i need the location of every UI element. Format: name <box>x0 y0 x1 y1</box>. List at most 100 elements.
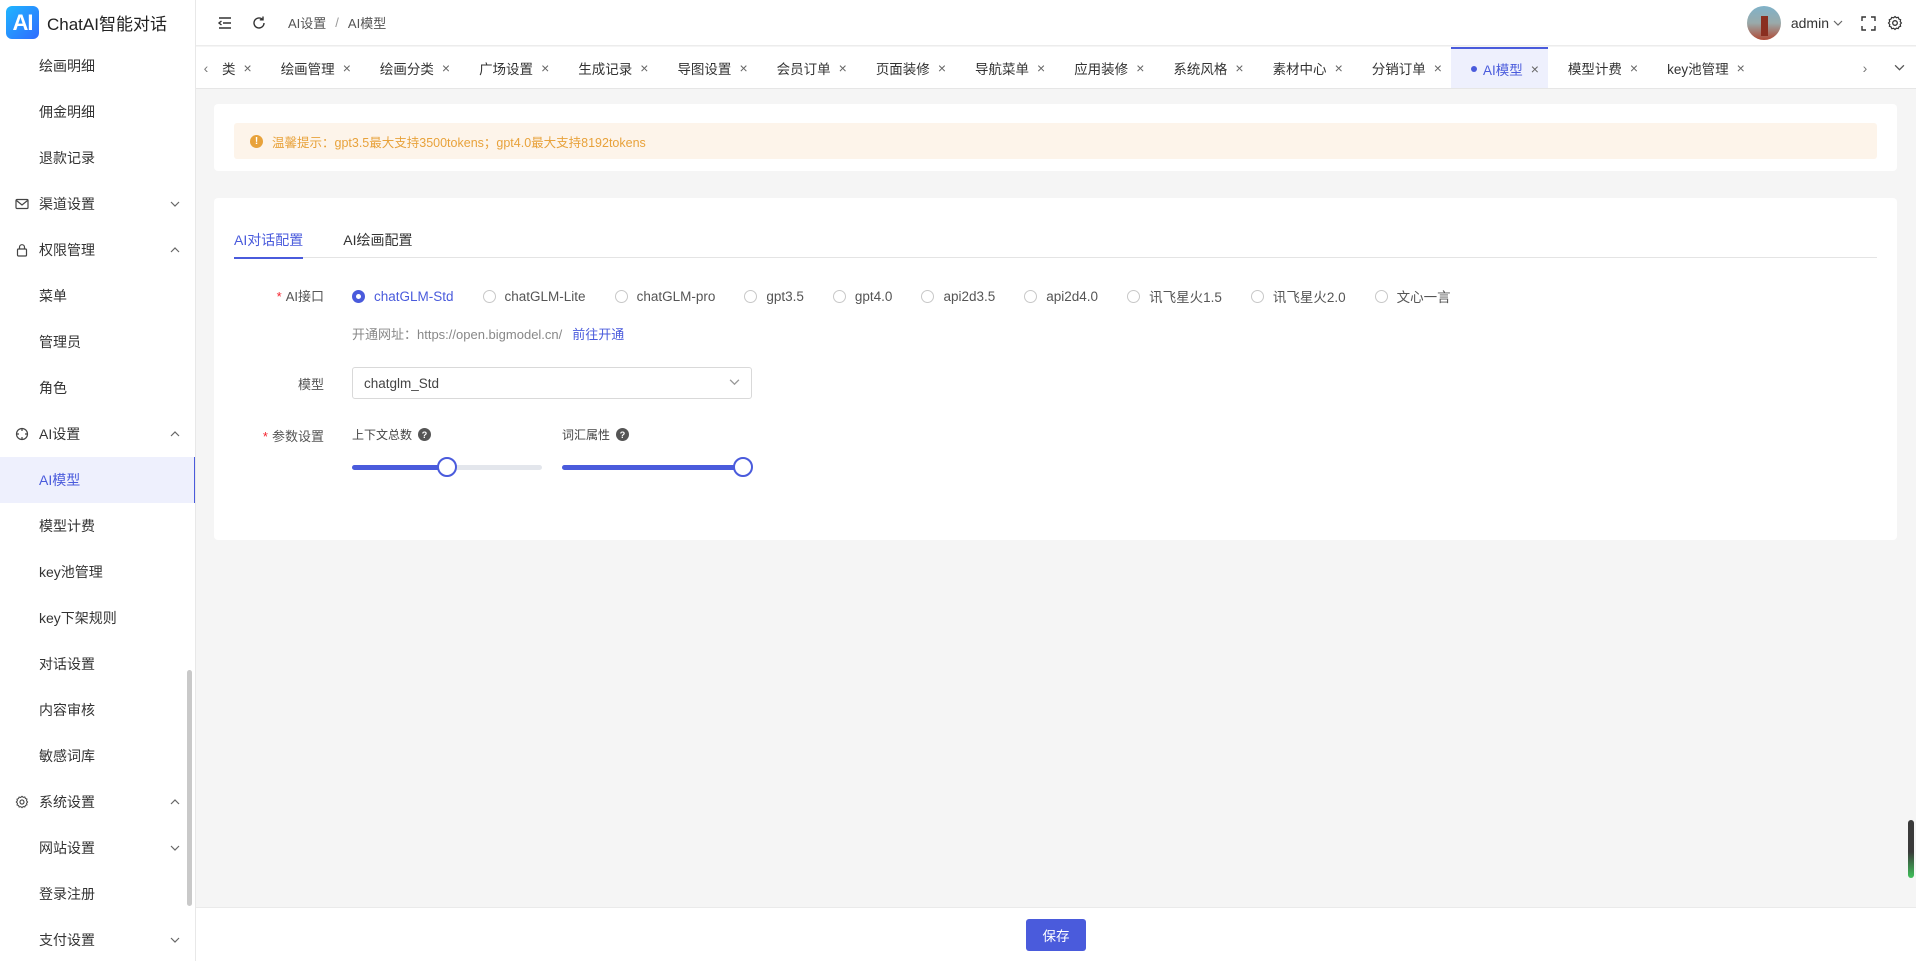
tab-1[interactable]: 绘画管理 × <box>261 47 360 88</box>
sidebar-item-18[interactable]: 登录注册 <box>0 871 195 917</box>
tab-11[interactable]: 素材中心 × <box>1253 47 1352 88</box>
tab-13[interactable]: AI模型 × <box>1450 47 1548 88</box>
avatar[interactable] <box>1746 6 1781 40</box>
close-icon[interactable]: × <box>442 60 450 76</box>
logo[interactable]: AI ChatAI智能对话 <box>0 0 195 45</box>
radio-label: chatGLM-Lite <box>504 288 586 304</box>
api-radio-option[interactable]: api2d3.5 <box>921 289 995 304</box>
api-radio-option[interactable]: 文心一言 <box>1374 286 1451 306</box>
radio-circle[interactable] <box>1250 289 1264 303</box>
close-icon[interactable]: × <box>1737 60 1745 76</box>
sidebar-item-12[interactable]: key下架规则 <box>0 595 195 641</box>
breadcrumb-item[interactable]: AI设置 <box>288 13 326 32</box>
vocab-attr-slider[interactable] <box>562 457 753 477</box>
sidebar-item-19[interactable]: 支付设置 <box>0 917 195 961</box>
sidebar-item-1[interactable]: 佣金明细 <box>0 89 195 135</box>
radio-circle[interactable] <box>832 289 846 303</box>
refresh-icon[interactable] <box>250 14 268 32</box>
radio-circle[interactable] <box>614 289 628 303</box>
close-icon[interactable]: × <box>1037 60 1045 76</box>
slider-handle[interactable] <box>733 457 753 477</box>
radio-circle[interactable] <box>1024 289 1038 303</box>
sidebar-item-2[interactable]: 退款记录 <box>0 135 195 181</box>
sidebar-item-3[interactable]: 渠道设置 <box>0 181 195 227</box>
chevron-down-icon <box>729 376 740 391</box>
model-select[interactable]: chatglm_Std <box>352 367 752 399</box>
sidebar-scrollbar[interactable] <box>187 670 192 906</box>
close-icon[interactable]: × <box>1335 60 1343 76</box>
menu-fold-icon[interactable] <box>216 14 234 32</box>
tabs-scroll-left-icon[interactable]: ‹ <box>196 47 216 88</box>
extension-widget[interactable] <box>1908 820 1914 878</box>
api-radio-option[interactable]: api2d4.0 <box>1024 289 1098 304</box>
radio-circle[interactable] <box>1374 289 1388 303</box>
tab-0[interactable]: 类 × <box>216 47 261 88</box>
sidebar-item-5[interactable]: 菜单 <box>0 273 195 319</box>
tabs-dropdown-icon[interactable] <box>1882 47 1916 88</box>
tab-8[interactable]: 导航菜单 × <box>955 47 1054 88</box>
api-radio-option[interactable]: chatGLM-Lite <box>482 288 586 304</box>
tab-15[interactable]: key池管理 × <box>1647 47 1754 88</box>
sidebar-item-10[interactable]: 模型计费 <box>0 503 195 549</box>
tab-3[interactable]: 广场设置 × <box>459 47 558 88</box>
sidebar-item-8[interactable]: AI设置 <box>0 411 195 457</box>
radio-circle[interactable] <box>352 289 365 303</box>
api-radio-option[interactable]: chatGLM-Std <box>352 289 454 304</box>
slider-track <box>352 465 447 470</box>
sidebar-item-6[interactable]: 管理员 <box>0 319 195 365</box>
close-icon[interactable]: × <box>244 60 252 76</box>
close-icon[interactable]: × <box>541 60 549 76</box>
tab-ai-draw-config[interactable]: AI绘画配置 <box>343 218 412 258</box>
radio-circle[interactable] <box>1127 289 1141 303</box>
close-icon[interactable]: × <box>938 60 946 76</box>
save-button[interactable]: 保存 <box>1026 918 1086 951</box>
sidebar-item-4[interactable]: 权限管理 <box>0 227 195 273</box>
context-total-slider[interactable] <box>352 457 542 477</box>
help-icon[interactable]: ? <box>418 428 432 441</box>
tab-14[interactable]: 模型计费 × <box>1548 47 1647 88</box>
sidebar-item-17[interactable]: 网站设置 <box>0 825 195 871</box>
open-link[interactable]: 前往开通 <box>572 324 624 343</box>
tab-ai-chat-config[interactable]: AI对话配置 <box>234 218 304 259</box>
slider-handle[interactable] <box>437 457 457 477</box>
tab-2[interactable]: 绘画分类 × <box>360 47 459 88</box>
close-icon[interactable]: × <box>1630 60 1638 76</box>
sidebar-item-15[interactable]: 敏感词库 <box>0 733 195 779</box>
api-radio-option[interactable]: 讯飞星火2.0 <box>1250 286 1346 306</box>
sidebar-item-9[interactable]: AI模型 <box>0 457 195 503</box>
close-icon[interactable]: × <box>1434 60 1442 76</box>
sidebar-item-7[interactable]: 角色 <box>0 365 195 411</box>
api-radio-option[interactable]: 讯飞星火1.5 <box>1127 286 1222 306</box>
radio-circle[interactable] <box>744 289 758 303</box>
tab-label: 绘画分类 <box>379 61 434 77</box>
close-icon[interactable]: × <box>640 60 648 76</box>
tab-12[interactable]: 分销订单 × <box>1352 47 1451 88</box>
close-icon[interactable]: × <box>739 60 747 76</box>
user-menu[interactable]: admin <box>1791 15 1843 31</box>
help-icon[interactable]: ? <box>616 428 630 441</box>
settings-gear-icon[interactable] <box>1886 14 1904 32</box>
tab-10[interactable]: 系统风格 × <box>1153 47 1252 88</box>
fullscreen-icon[interactable] <box>1859 14 1877 32</box>
sidebar-item-14[interactable]: 内容审核 <box>0 687 195 733</box>
radio-circle[interactable] <box>921 289 935 303</box>
close-icon[interactable]: × <box>1235 60 1243 76</box>
close-icon[interactable]: × <box>1531 61 1539 77</box>
close-icon[interactable]: × <box>1136 60 1144 76</box>
tab-7[interactable]: 页面装修 × <box>856 47 955 88</box>
api-radio-option[interactable]: gpt4.0 <box>832 289 892 304</box>
close-icon[interactable]: × <box>839 60 847 76</box>
sidebar-item-16[interactable]: 系统设置 <box>0 779 195 825</box>
api-radio-option[interactable]: chatGLM-pro <box>614 289 715 304</box>
sidebar-item-11[interactable]: key池管理 <box>0 549 195 595</box>
tabs-scroll-right-icon[interactable]: › <box>1848 47 1882 88</box>
tab-6[interactable]: 会员订单 × <box>757 47 856 88</box>
radio-circle[interactable] <box>482 289 496 303</box>
sidebar-item-13[interactable]: 对话设置 <box>0 641 195 687</box>
sidebar-item-0[interactable]: 绘画明细 <box>0 43 195 89</box>
tab-9[interactable]: 应用装修 × <box>1054 47 1153 88</box>
tab-4[interactable]: 生成记录 × <box>558 47 657 88</box>
close-icon[interactable]: × <box>343 60 351 76</box>
tab-5[interactable]: 导图设置 × <box>657 47 756 88</box>
api-radio-option[interactable]: gpt3.5 <box>744 289 804 304</box>
